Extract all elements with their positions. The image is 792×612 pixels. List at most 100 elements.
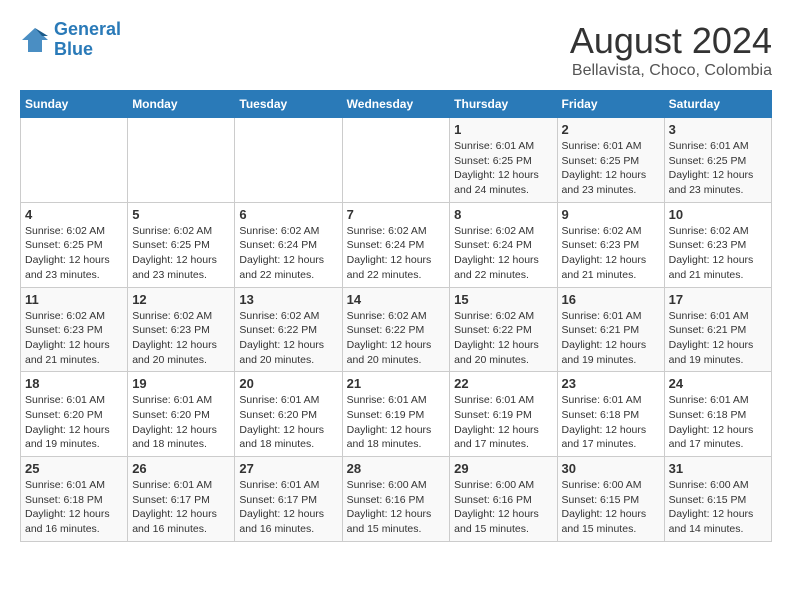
calendar-cell: 5 Sunrise: 6:02 AM Sunset: 6:25 PM Daylig… — [128, 202, 235, 287]
day-info: Sunrise: 6:00 AM Sunset: 6:15 PM Dayligh… — [669, 478, 767, 537]
logo-text: General Blue — [54, 20, 121, 60]
day-info: Sunrise: 6:01 AM Sunset: 6:20 PM Dayligh… — [132, 393, 230, 452]
calendar-cell: 30Sunrise: 6:00 AM Sunset: 6:15 PM Dayli… — [557, 457, 664, 542]
day-info: Sunrise: 6:02 AM Sunset: 6:24 PM Dayligh… — [347, 224, 446, 283]
calendar-cell — [342, 118, 450, 203]
day-number: 26 — [132, 461, 230, 476]
day-info: Sunrise: 6:01 AM Sunset: 6:17 PM Dayligh… — [132, 478, 230, 537]
calendar-cell: 31 Sunrise: 6:00 AM Sunset: 6:15 PM Dayli… — [664, 457, 771, 542]
calendar-header: SundayMondayTuesdayWednesdayThursdayFrid… — [21, 91, 772, 118]
day-info: Sunrise: 6:00 AM Sunset: 6:16 PM Dayligh… — [347, 478, 446, 537]
day-info: Sunrise: 6:01 AM Sunset: 6:18 PM Dayligh… — [562, 393, 660, 452]
header-sunday: Sunday — [21, 91, 128, 118]
day-info: Sunrise: 6:01 AM Sunset: 6:20 PM Dayligh… — [239, 393, 337, 452]
day-number: 5 — [132, 207, 230, 222]
calendar-cell: 8Sunrise: 6:02 AM Sunset: 6:24 PM Daylig… — [450, 202, 557, 287]
page-header: General Blue August 2024 Bellavista, Cho… — [20, 20, 772, 80]
day-info: Sunrise: 6:02 AM Sunset: 6:22 PM Dayligh… — [239, 309, 337, 368]
logo-line1: General — [54, 19, 121, 39]
day-info: Sunrise: 6:01 AM Sunset: 6:21 PM Dayligh… — [669, 309, 767, 368]
header-friday: Friday — [557, 91, 664, 118]
day-info: Sunrise: 6:02 AM Sunset: 6:22 PM Dayligh… — [454, 309, 552, 368]
day-number: 14 — [347, 292, 446, 307]
day-number: 19 — [132, 376, 230, 391]
day-number: 11 — [25, 292, 123, 307]
day-number: 31 — [669, 461, 767, 476]
day-info: Sunrise: 6:01 AM Sunset: 6:19 PM Dayligh… — [454, 393, 552, 452]
calendar-cell — [235, 118, 342, 203]
day-info: Sunrise: 6:01 AM Sunset: 6:19 PM Dayligh… — [347, 393, 446, 452]
day-number: 24 — [669, 376, 767, 391]
logo-line2: Blue — [54, 39, 93, 59]
day-number: 3 — [669, 122, 767, 137]
day-number: 29 — [454, 461, 552, 476]
day-info: Sunrise: 6:01 AM Sunset: 6:25 PM Dayligh… — [669, 139, 767, 198]
day-number: 12 — [132, 292, 230, 307]
day-number: 13 — [239, 292, 337, 307]
calendar-cell: 18 Sunrise: 6:01 AM Sunset: 6:20 PM Dayli… — [21, 372, 128, 457]
calendar-cell: 13 Sunrise: 6:02 AM Sunset: 6:22 PM Dayli… — [235, 287, 342, 372]
day-number: 28 — [347, 461, 446, 476]
day-number: 9 — [562, 207, 660, 222]
calendar-week-4: 18 Sunrise: 6:01 AM Sunset: 6:20 PM Dayli… — [21, 372, 772, 457]
day-info: Sunrise: 6:02 AM Sunset: 6:23 PM Dayligh… — [562, 224, 660, 283]
header-thursday: Thursday — [450, 91, 557, 118]
calendar-cell: 2 Sunrise: 6:01 AM Sunset: 6:25 PM Daylig… — [557, 118, 664, 203]
day-number: 27 — [239, 461, 337, 476]
main-title: August 2024 — [570, 20, 772, 62]
calendar-cell: 4 Sunrise: 6:02 AM Sunset: 6:25 PM Daylig… — [21, 202, 128, 287]
calendar-cell: 11 Sunrise: 6:02 AM Sunset: 6:23 PM Dayli… — [21, 287, 128, 372]
calendar-cell: 17Sunrise: 6:01 AM Sunset: 6:21 PM Dayli… — [664, 287, 771, 372]
calendar-week-5: 25 Sunrise: 6:01 AM Sunset: 6:18 PM Dayli… — [21, 457, 772, 542]
calendar-cell — [128, 118, 235, 203]
logo-icon — [20, 26, 50, 54]
day-info: Sunrise: 6:00 AM Sunset: 6:16 PM Dayligh… — [454, 478, 552, 537]
day-number: 16 — [562, 292, 660, 307]
calendar-cell: 28 Sunrise: 6:00 AM Sunset: 6:16 PM Dayli… — [342, 457, 450, 542]
day-info: Sunrise: 6:02 AM Sunset: 6:25 PM Dayligh… — [25, 224, 123, 283]
calendar-cell: 3 Sunrise: 6:01 AM Sunset: 6:25 PM Daylig… — [664, 118, 771, 203]
day-info: Sunrise: 6:01 AM Sunset: 6:25 PM Dayligh… — [454, 139, 552, 198]
day-number: 25 — [25, 461, 123, 476]
calendar-cell: 9 Sunrise: 6:02 AM Sunset: 6:23 PM Daylig… — [557, 202, 664, 287]
day-info: Sunrise: 6:01 AM Sunset: 6:18 PM Dayligh… — [669, 393, 767, 452]
calendar-body: 1 Sunrise: 6:01 AM Sunset: 6:25 PM Daylig… — [21, 118, 772, 542]
calendar-cell: 12Sunrise: 6:02 AM Sunset: 6:23 PM Dayli… — [128, 287, 235, 372]
calendar-cell: 27Sunrise: 6:01 AM Sunset: 6:17 PM Dayli… — [235, 457, 342, 542]
day-info: Sunrise: 6:01 AM Sunset: 6:20 PM Dayligh… — [25, 393, 123, 452]
calendar-cell: 23Sunrise: 6:01 AM Sunset: 6:18 PM Dayli… — [557, 372, 664, 457]
day-info: Sunrise: 6:01 AM Sunset: 6:18 PM Dayligh… — [25, 478, 123, 537]
day-number: 6 — [239, 207, 337, 222]
day-info: Sunrise: 6:02 AM Sunset: 6:23 PM Dayligh… — [669, 224, 767, 283]
day-number: 1 — [454, 122, 552, 137]
day-info: Sunrise: 6:01 AM Sunset: 6:21 PM Dayligh… — [562, 309, 660, 368]
header-saturday: Saturday — [664, 91, 771, 118]
day-number: 18 — [25, 376, 123, 391]
day-info: Sunrise: 6:02 AM Sunset: 6:24 PM Dayligh… — [239, 224, 337, 283]
calendar-cell: 16 Sunrise: 6:01 AM Sunset: 6:21 PM Dayli… — [557, 287, 664, 372]
calendar-week-1: 1 Sunrise: 6:01 AM Sunset: 6:25 PM Daylig… — [21, 118, 772, 203]
calendar-cell: 25 Sunrise: 6:01 AM Sunset: 6:18 PM Dayli… — [21, 457, 128, 542]
day-number: 2 — [562, 122, 660, 137]
day-number: 4 — [25, 207, 123, 222]
day-info: Sunrise: 6:01 AM Sunset: 6:25 PM Dayligh… — [562, 139, 660, 198]
calendar-cell — [21, 118, 128, 203]
calendar-cell: 26 Sunrise: 6:01 AM Sunset: 6:17 PM Dayli… — [128, 457, 235, 542]
day-info: Sunrise: 6:02 AM Sunset: 6:23 PM Dayligh… — [25, 309, 123, 368]
calendar-cell: 6 Sunrise: 6:02 AM Sunset: 6:24 PM Daylig… — [235, 202, 342, 287]
day-info: Sunrise: 6:02 AM Sunset: 6:25 PM Dayligh… — [132, 224, 230, 283]
calendar-cell: 29 Sunrise: 6:00 AM Sunset: 6:16 PM Dayli… — [450, 457, 557, 542]
day-number: 15 — [454, 292, 552, 307]
title-block: August 2024 Bellavista, Choco, Colombia — [570, 20, 772, 80]
header-wednesday: Wednesday — [342, 91, 450, 118]
day-number: 10 — [669, 207, 767, 222]
calendar-week-2: 4 Sunrise: 6:02 AM Sunset: 6:25 PM Daylig… — [21, 202, 772, 287]
day-number: 20 — [239, 376, 337, 391]
logo: General Blue — [20, 20, 121, 60]
calendar-cell: 21 Sunrise: 6:01 AM Sunset: 6:19 PM Dayli… — [342, 372, 450, 457]
calendar-cell: 22Sunrise: 6:01 AM Sunset: 6:19 PM Dayli… — [450, 372, 557, 457]
calendar-cell: 1 Sunrise: 6:01 AM Sunset: 6:25 PM Daylig… — [450, 118, 557, 203]
day-number: 21 — [347, 376, 446, 391]
calendar-cell: 24 Sunrise: 6:01 AM Sunset: 6:18 PM Dayli… — [664, 372, 771, 457]
header-monday: Monday — [128, 91, 235, 118]
